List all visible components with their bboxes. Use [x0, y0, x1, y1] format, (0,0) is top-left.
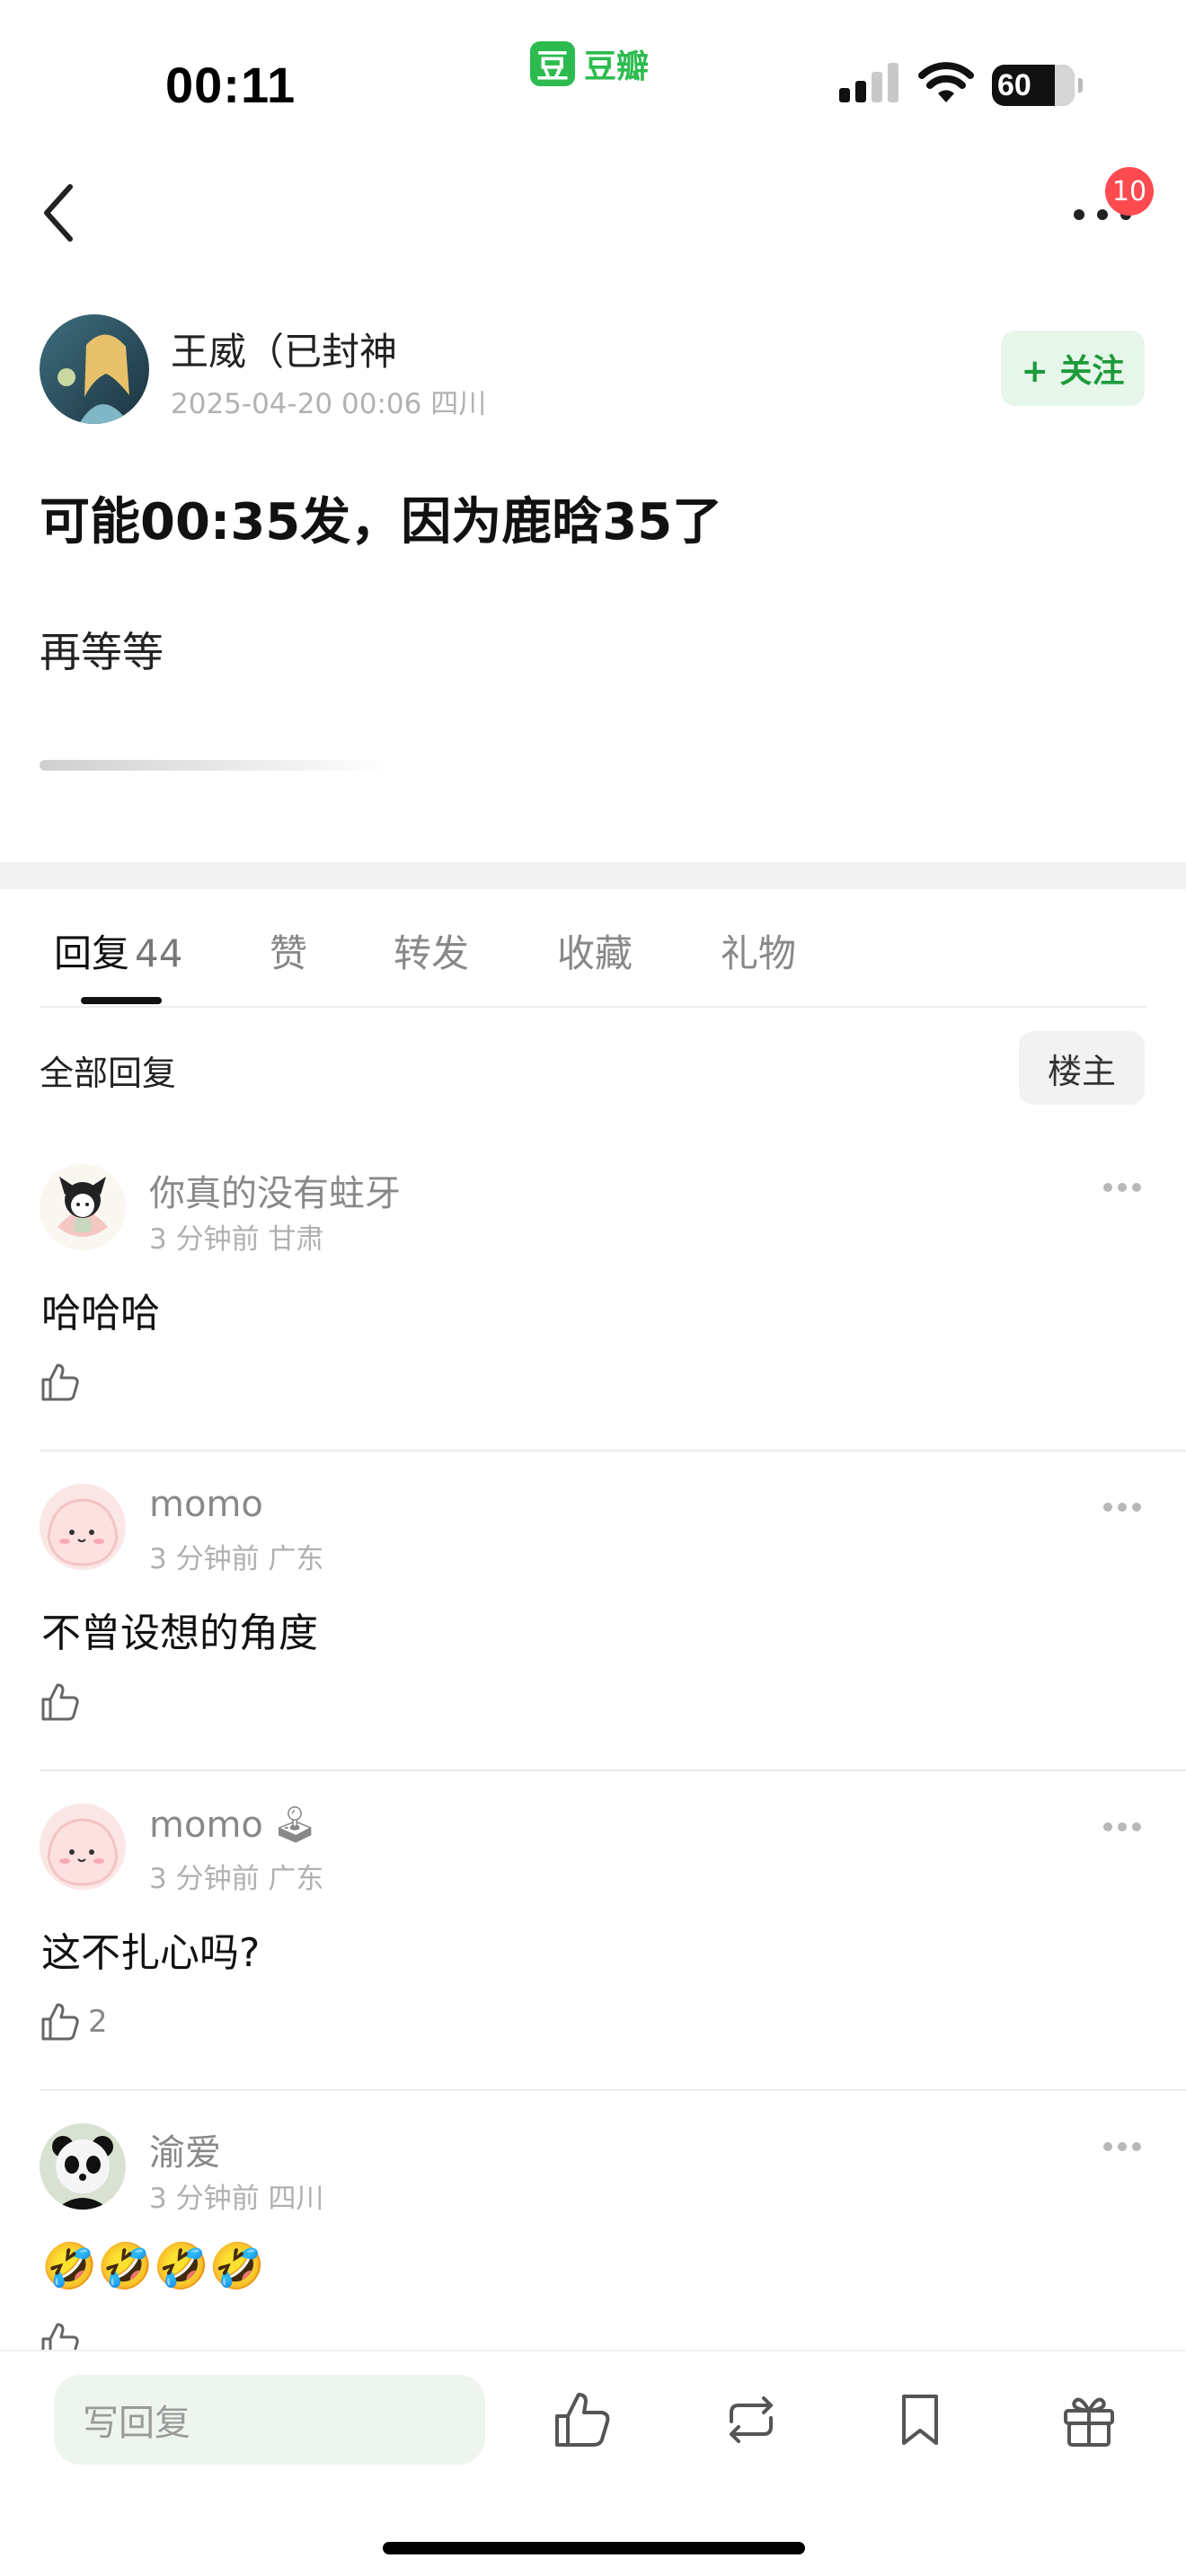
bottom-action-bar: 写回复	[0, 2350, 1186, 2576]
tab-reposts[interactable]: 转发	[394, 923, 469, 978]
tab-bar: 回复 44 赞 转发 收藏 礼物	[0, 916, 1186, 1006]
notification-badge: 10	[1105, 167, 1154, 216]
comment-divider	[40, 1450, 1186, 1451]
kuromi-avatar-image	[40, 1164, 126, 1250]
commenter-avatar[interactable]	[40, 2123, 126, 2210]
tab-label: 回复	[54, 931, 130, 975]
tab-favorites[interactable]: 收藏	[557, 923, 633, 978]
comment-text: 这不扎心吗?	[41, 1930, 261, 1976]
avatar-image	[40, 314, 149, 424]
status-bar: 00:11 豆 豆瓣 60	[0, 0, 1186, 135]
cellular-signal-icon	[839, 63, 898, 102]
app-badge[interactable]: 豆 豆瓣	[530, 41, 649, 86]
comment-more-icon[interactable]	[1102, 1180, 1143, 1195]
comment-meta: 3 分钟前 广东	[149, 1863, 324, 1895]
status-time: 00:11	[165, 57, 296, 113]
commenter-avatar[interactable]	[40, 1484, 126, 1570]
op-only-filter-button[interactable]: 楼主	[1019, 1031, 1145, 1105]
pink-blob-avatar-image	[40, 1804, 126, 1890]
author-name[interactable]: 王威（已封神	[171, 322, 397, 376]
comment-meta: 3 分钟前 广东	[149, 1543, 324, 1575]
comment-text: 🤣🤣🤣🤣	[41, 2240, 266, 2292]
comment-text: 不曾设想的角度	[41, 1610, 318, 1656]
douban-logo-icon: 豆	[530, 41, 575, 86]
post-meta: 2025-04-20 00:06 四川	[171, 381, 486, 421]
back-icon[interactable]	[38, 180, 81, 246]
commenter-name[interactable]: momo	[149, 1484, 263, 1525]
tabs-divider	[40, 1006, 1146, 1008]
all-replies-title: 全部回复	[40, 1054, 177, 1093]
post-date: 2025-04-20 00:06	[171, 388, 422, 420]
post-title: 可能00:35发，因为鹿晗35了	[40, 493, 723, 551]
pink-blob-avatar-image	[40, 1484, 126, 1570]
battery-level: 60	[997, 67, 1031, 102]
commenter-avatar[interactable]	[40, 1164, 126, 1250]
commenter-name[interactable]: 你真的没有蛀牙	[149, 1164, 401, 1216]
follow-button[interactable]: + 关注	[1001, 331, 1145, 406]
comment-meta: 3 分钟前 四川	[149, 2183, 324, 2215]
reply-count: 44	[135, 931, 183, 975]
commenter-name[interactable]: 渝爱	[149, 2123, 221, 2175]
tab-likes[interactable]: 赞	[270, 923, 307, 978]
like-post-icon[interactable]	[550, 2387, 615, 2452]
comment-divider	[40, 1769, 1186, 1771]
post-body: 再等等	[40, 628, 164, 676]
repost-icon[interactable]	[719, 2387, 783, 2452]
comment-divider	[40, 2089, 1186, 2091]
arcade-badge-icon: 🕹	[271, 1804, 318, 1846]
bookmark-icon[interactable]	[888, 2387, 952, 2452]
comment-more-icon[interactable]	[1102, 1500, 1143, 1514]
tab-replies[interactable]: 回复 44	[54, 923, 182, 978]
home-indicator	[383, 2542, 805, 2554]
comment-text: 哈哈哈	[41, 1291, 160, 1337]
app-name: 豆瓣	[584, 49, 650, 85]
author-avatar[interactable]	[40, 314, 149, 424]
section-divider	[0, 862, 1186, 889]
comment-more-icon[interactable]	[1102, 2139, 1143, 2154]
tab-gifts[interactable]: 礼物	[721, 923, 796, 978]
comment-meta: 3 分钟前 甘肃	[149, 1223, 324, 1256]
wifi-icon	[918, 62, 974, 102]
commenter-avatar[interactable]	[40, 1804, 126, 1890]
comment-more-icon[interactable]	[1102, 1820, 1143, 1834]
gift-icon[interactable]	[1057, 2387, 1121, 2452]
reply-input[interactable]: 写回复	[54, 2375, 485, 2465]
tab-active-indicator	[81, 997, 162, 1004]
thumbs-up-icon	[41, 2003, 79, 2041]
thumbs-up-icon	[41, 1363, 79, 1401]
commenter-name[interactable]: momo 🕹	[149, 1804, 318, 1847]
post-location: 四川	[430, 388, 487, 420]
faded-text-line	[40, 760, 390, 771]
comment-like-button[interactable]: 2	[40, 1999, 108, 2044]
panda-avatar-image	[40, 2123, 126, 2210]
thumbs-up-icon	[41, 1683, 79, 1721]
comment-like-button[interactable]	[40, 1360, 88, 1405]
like-count: 2	[88, 2004, 108, 2040]
battery-indicator: 60	[992, 65, 1083, 106]
comment-like-button[interactable]	[40, 1680, 88, 1725]
